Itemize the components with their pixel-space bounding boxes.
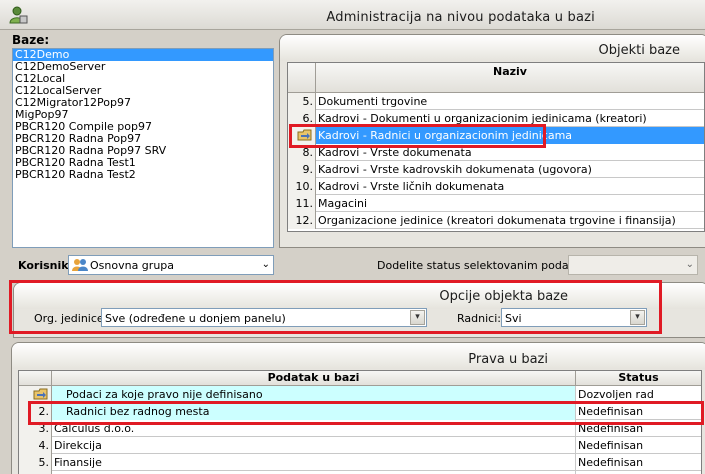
row-number: 8. [288,144,316,161]
folder-arrow-icon [33,388,48,400]
objekti-baze-title: Objekti baze [598,43,680,58]
title-bar: Administracija na nivou podataka u bazi [0,0,705,30]
radnici-value: Svi [505,312,522,325]
objekti-row-name: Dokumenti trgovine [318,95,428,108]
prava-row-name: Calculus d.o.o. [52,420,576,437]
row-number: 2. [19,403,52,420]
dodelite-status-select[interactable]: ⌄ [568,255,698,275]
prava-row-status[interactable]: Dozvoljen rad [576,386,701,403]
objekti-row-name: Kadrovi - Vrste kadrovskih dokumenata (u… [318,163,592,176]
baze-label: Baze: [12,33,50,47]
prava-row[interactable]: 2. Radnici bez radnog mesta Nedefinisan [19,403,701,420]
objekti-row-name: Kadrovi - Dokumenti u organizacionim jed… [318,112,647,125]
row-number: 3. [19,420,52,437]
korisnik-value: Osnovna grupa [90,259,175,272]
prava-row[interactable]: 5. Finansije Nedefinisan [19,454,701,471]
row-number [288,127,316,144]
row-number [19,386,52,403]
prava-row[interactable]: 4. Direkcija Nedefinisan [19,437,701,454]
status-column-header[interactable]: Status [576,371,701,386]
podatak-column-header[interactable]: Podatak u bazi [52,371,576,386]
window-title: Administracija na nivou podataka u bazi [326,10,595,25]
row-number: 9. [288,161,316,178]
objekti-row-name: Organizacione jedinice (kreatori dokumen… [318,214,676,227]
prava-row-status[interactable]: Nedefinisan [576,437,701,454]
objekti-row-name: Magacini [318,197,368,210]
naziv-column-header[interactable]: Naziv [316,63,704,93]
objekti-row-name: Kadrovi - Vrste ličnih dokumenata [318,180,505,193]
korisnik-select[interactable]: Osnovna grupa ⌄ [68,255,274,275]
org-jedinice-label: Org. jedinice: [34,312,108,325]
baze-list-item[interactable]: PBCR120 Radna Test2 [13,169,273,181]
objekti-row[interactable]: Kadrovi - Radnici u organizacionim jedin… [288,127,704,144]
objekti-row[interactable]: 11. Magacini [288,195,704,212]
prava-row-name: Podaci za koje pravo nije definisano [52,386,576,403]
prava-row[interactable]: 3. Calculus d.o.o. Nedefinisan [19,420,701,437]
row-number: 11. [288,195,316,212]
objekti-row-name: Kadrovi - Vrste dokumenata [318,146,472,159]
user-group-icon [72,259,88,271]
prava-row-name: Direkcija [52,437,576,454]
chevron-down-icon: ⌄ [685,259,694,270]
objekti-row[interactable]: 12. Organizacione jedinice (kreatori doku… [288,212,704,229]
prava-row-status[interactable]: Nedefinisan [576,454,701,471]
org-jedinice-value: Sve (određene u donjem panelu) [105,312,286,325]
dodelite-label: Dodelite status selektovanim podacima: [377,259,599,272]
row-number: 10. [288,178,316,195]
objekti-row[interactable]: 9. Kadrovi - Vrste kadrovskih dokumenata … [288,161,704,178]
prava-title: Prava u bazi [468,352,548,367]
objekti-row[interactable]: 5. Dokumenti trgovine [288,93,704,110]
prava-row[interactable]: Podaci za koje pravo nije definisano Dozv… [19,386,701,403]
objekti-row[interactable]: 6. Kadrovi - Dokumenti u organizacionim j… [288,110,704,127]
prava-row-name: Finansije [52,454,576,471]
prava-row-status[interactable]: Nedefinisan [576,420,701,437]
objekti-row[interactable]: 8. Kadrovi - Vrste dokumenata [288,144,704,161]
row-number: 12. [288,212,316,229]
prava-row-name: Radnici bez radnog mesta [52,403,576,420]
row-number: 6. [288,110,316,127]
row-number: 5. [19,454,52,471]
radnici-label: Radnici: [457,312,501,325]
korisnik-label: Korisnik: [18,259,73,272]
prava-row-status[interactable]: Nedefinisan [576,403,701,420]
chevron-down-icon: ▾ [630,310,645,325]
baze-listbox[interactable]: C12Demo C12DemoServer C12Local C12LocalServ… [12,48,274,248]
objekti-row-name: Kadrovi - Radnici u organizacionim jedin… [316,127,704,144]
objekti-row[interactable]: 10. Kadrovi - Vrste ličnih dokumenata [288,178,704,195]
objekti-grid[interactable]: Naziv 5. Dokumenti trgovine 6. Kadrovi - Do… [287,62,705,232]
row-number: 4. [19,437,52,454]
folder-arrow-icon [297,129,312,141]
radnici-select[interactable]: Svi ▾ [501,308,647,327]
row-number: 5. [288,93,316,110]
user-shield-icon [9,6,28,24]
chevron-down-icon: ⌄ [261,259,270,270]
opcije-title: Opcije objekta baze [439,289,568,304]
chevron-down-icon: ▾ [410,310,425,325]
prava-grid[interactable]: Podatak u bazi Status Podaci za koje pra… [18,370,702,474]
org-jedinice-select[interactable]: Sve (određene u donjem panelu) ▾ [101,308,427,327]
